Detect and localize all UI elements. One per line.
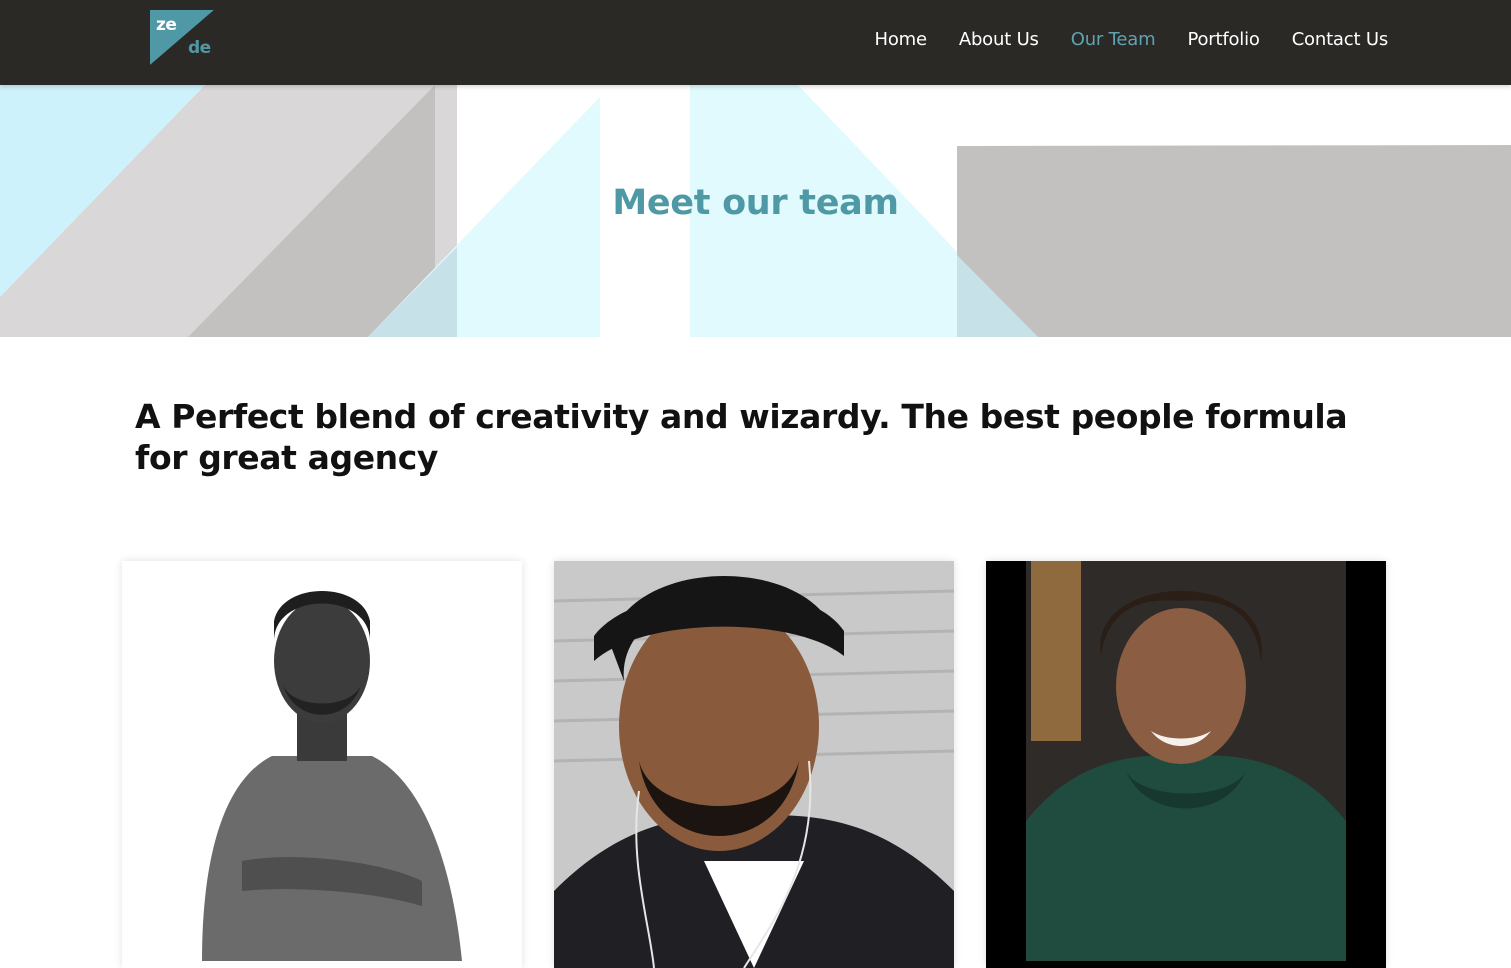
main-nav: Home About Us Our Team Portfolio Contact…: [874, 29, 1388, 50]
hero-banner: Meet our team: [0, 85, 1511, 337]
team-card[interactable]: [122, 561, 522, 968]
nav-our-team[interactable]: Our Team: [1071, 29, 1156, 50]
hero-title: Meet our team: [612, 183, 899, 223]
team-member-2-photo: [554, 561, 954, 968]
team-member-1-photo: [122, 561, 522, 968]
nav-home[interactable]: Home: [874, 29, 927, 50]
nav-contact-us[interactable]: Contact Us: [1292, 29, 1389, 50]
team-tagline: A Perfect blend of creativity and wizard…: [135, 397, 1348, 477]
nav-about-us[interactable]: About Us: [959, 29, 1039, 50]
site-header: ze de Home About Us Our Team Portfolio C…: [0, 0, 1511, 85]
team-member-3-photo: [986, 561, 1386, 968]
team-card[interactable]: [554, 561, 954, 968]
zede-logo[interactable]: ze de: [150, 10, 216, 66]
logo-text-ze: ze: [156, 15, 177, 35]
team-card[interactable]: [986, 561, 1386, 968]
logo-text-de: de: [188, 38, 211, 58]
nav-portfolio[interactable]: Portfolio: [1187, 29, 1259, 50]
